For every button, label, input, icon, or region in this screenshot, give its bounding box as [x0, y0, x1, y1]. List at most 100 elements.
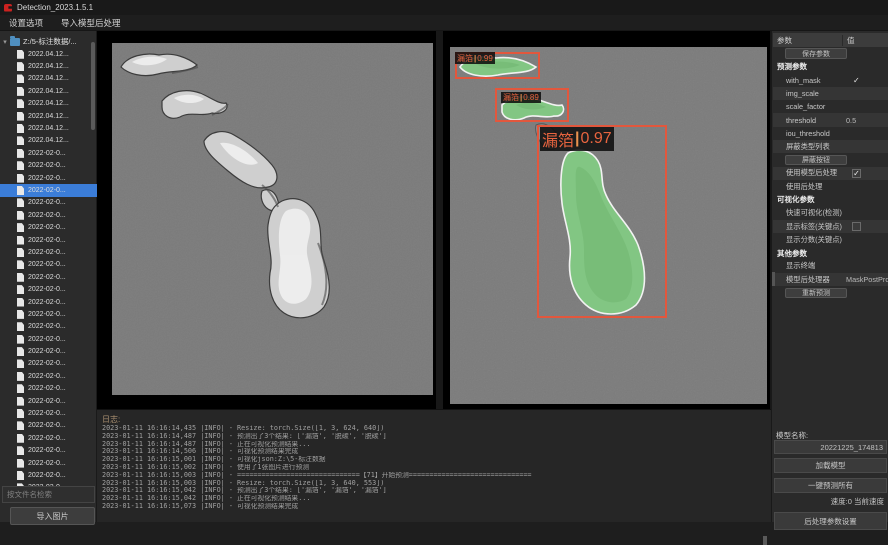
- log-line: 2023-01-11 16:16:15,001 |INFO| - 可视化json…: [102, 456, 762, 464]
- tree-file-item[interactable]: 2022-02-0...: [0, 184, 97, 196]
- tree-file-label: 2022-02-0...: [28, 460, 66, 467]
- tree-file-item[interactable]: 2022-02-0...: [0, 395, 97, 407]
- load-model-button[interactable]: 加载模型: [774, 458, 887, 473]
- tree-file-item[interactable]: 2022.04.12...: [0, 85, 97, 97]
- postprocess-settings-button[interactable]: 后处理参数设置: [774, 512, 887, 530]
- tree-file-label: 2022-02-0...: [28, 447, 66, 454]
- tree-file-item[interactable]: 2022-02-0...: [0, 383, 97, 395]
- tree-file-item[interactable]: 2022-02-0...: [0, 234, 97, 246]
- log-lines: 2023-01-11 16:16:14,435 |INFO| - Resize:…: [102, 425, 762, 511]
- tree-file-item[interactable]: 2022-02-0...: [0, 445, 97, 457]
- model-name-field[interactable]: 20221225_174813: [774, 440, 887, 454]
- chevron-down-icon[interactable]: ▾: [0, 38, 10, 46]
- tree-file-item[interactable]: 2022-02-0...: [0, 197, 97, 209]
- params-panel: 参数 值 保存参数预测参数with_mask✓img_scalescale_fa…: [771, 31, 888, 522]
- tree-file-item[interactable]: 2022.04.12...: [0, 73, 97, 85]
- tree-file-label: 2022-02-0...: [28, 150, 66, 157]
- filename-search-input[interactable]: 按文件名检索: [2, 486, 95, 503]
- tree-file-item[interactable]: 2022-02-0...: [0, 147, 97, 159]
- tree-file-item[interactable]: 2022-02-0...: [0, 345, 97, 357]
- tree-file-item[interactable]: 2022-02-0...: [0, 271, 97, 283]
- tree-file-label: 2022-02-0...: [28, 410, 66, 417]
- log-scrollbar[interactable]: [763, 536, 767, 545]
- tree-file-item[interactable]: 2022-02-0...: [0, 160, 97, 172]
- file-icon: [17, 74, 24, 83]
- detection-1-score: 0.99: [477, 54, 493, 63]
- file-icon: [17, 248, 24, 257]
- tree-scrollbar[interactable]: [91, 42, 95, 130]
- tree-file-label: 2022-02-0...: [28, 360, 66, 367]
- file-icon: [17, 359, 24, 368]
- folder-icon: [10, 38, 20, 46]
- tree-file-label: 2022.04.12...: [28, 51, 69, 58]
- tree-file-item[interactable]: 2022-02-0...: [0, 457, 97, 469]
- log-title: 日志:: [102, 414, 120, 425]
- file-icon: [17, 260, 24, 269]
- file-sidebar: ▾ Z:/5-标注数据/... 2022.04.12...2022.04.12.…: [0, 31, 97, 522]
- tree-file-item[interactable]: 2022.04.12...: [0, 60, 97, 72]
- tree-file-item[interactable]: 2022.04.12...: [0, 122, 97, 134]
- tree-file-label: 2022-02-0...: [28, 187, 66, 194]
- tree-file-item[interactable]: 2022.04.12...: [0, 110, 97, 122]
- tree-file-item[interactable]: 2022-02-0...: [0, 221, 97, 233]
- tree-file-label: 2022-02-0...: [28, 472, 66, 479]
- predict-all-button[interactable]: 一键预测所有: [774, 478, 887, 493]
- file-icon: [17, 124, 24, 133]
- tree-file-item[interactable]: 2022-02-0...: [0, 246, 97, 258]
- tree-file-item[interactable]: 2022-02-0...: [0, 420, 97, 432]
- detection-1-class: 漏箔: [457, 53, 473, 64]
- tree-file-item[interactable]: 2022-02-0...: [0, 333, 97, 345]
- tree-file-label: 2022-02-0...: [28, 224, 66, 231]
- menu-settings[interactable]: 设置选项: [0, 15, 52, 31]
- tree-file-item[interactable]: 2022.04.12...: [0, 98, 97, 110]
- tree-file-item[interactable]: 2022-02-0...: [0, 358, 97, 370]
- tree-file-item[interactable]: 2022-02-0...: [0, 321, 97, 333]
- file-icon: [17, 397, 24, 406]
- file-icon: [17, 421, 24, 430]
- model-block: 模型名称: 20221225_174813 加载模型 一键预测所有 速度:0 当…: [772, 31, 888, 522]
- title-bar: Detection_2023.1.5.1: [0, 0, 888, 15]
- tree-file-item[interactable]: 2022-02-0...: [0, 296, 97, 308]
- file-icon: [17, 335, 24, 344]
- file-icon: [17, 285, 24, 294]
- tree-file-label: 2022-02-0...: [28, 311, 66, 318]
- log-line: 2023-01-11 16:16:15,002 |INFO| - 使用了1张图片…: [102, 464, 762, 472]
- file-icon: [17, 310, 24, 319]
- tree-file-item[interactable]: 2022-02-0...: [0, 172, 97, 184]
- tree-file-item[interactable]: 2022-02-0...: [0, 370, 97, 382]
- tree-root[interactable]: ▾ Z:/5-标注数据/...: [0, 35, 97, 48]
- file-icon: [17, 136, 24, 145]
- tree-file-item[interactable]: 2022-02-0...: [0, 432, 97, 444]
- tree-file-label: 2022-02-0...: [28, 199, 66, 206]
- file-icon: [17, 372, 24, 381]
- tree-file-item[interactable]: 2022-02-0...: [0, 283, 97, 295]
- tree-file-item[interactable]: 2022-02-0...: [0, 469, 97, 481]
- tree-file-label: 2022.04.12...: [28, 125, 69, 132]
- tree-file-label: 2022-02-0...: [28, 348, 66, 355]
- menu-bar: 设置选项 导入模型后处理: [0, 15, 888, 31]
- import-images-button[interactable]: 导入图片: [10, 507, 95, 525]
- file-icon: [17, 161, 24, 170]
- menu-import-model-postprocess[interactable]: 导入模型后处理: [52, 15, 130, 31]
- tree-file-item[interactable]: 2022-02-0...: [0, 209, 97, 221]
- tree-file-item[interactable]: 2022-02-0...: [0, 407, 97, 419]
- log-line: 2023-01-11 16:16:14,487 |INFO| - 正在可视化预测…: [102, 441, 762, 449]
- file-icon: [17, 112, 24, 121]
- detection-label-2: 漏箔|0.89: [501, 92, 541, 103]
- log-line: 2023-01-11 16:16:15,003 |INFO| - =======…: [102, 472, 762, 480]
- tree-file-label: 2022-02-0...: [28, 212, 66, 219]
- tree-file-label: 2022-02-0...: [28, 336, 66, 343]
- image-viewer: 漏箔|0.99 漏箔|0.89 漏箔|0.97: [97, 31, 771, 409]
- tree-file-item[interactable]: 2022-02-0...: [0, 308, 97, 320]
- original-image-panel[interactable]: [97, 31, 436, 409]
- detection-3-separator: |: [575, 130, 579, 148]
- tree-file-label: 2022-02-0...: [28, 175, 66, 182]
- tree-file-item[interactable]: 2022.04.12...: [0, 135, 97, 147]
- file-icon: [17, 322, 24, 331]
- tree-file-label: 2022-02-0...: [28, 274, 66, 281]
- file-icon: [17, 198, 24, 207]
- file-icon: [17, 273, 24, 282]
- tree-file-item[interactable]: 2022-02-0...: [0, 259, 97, 271]
- tree-file-item[interactable]: 2022.04.12...: [0, 48, 97, 60]
- file-icon: [17, 87, 24, 96]
